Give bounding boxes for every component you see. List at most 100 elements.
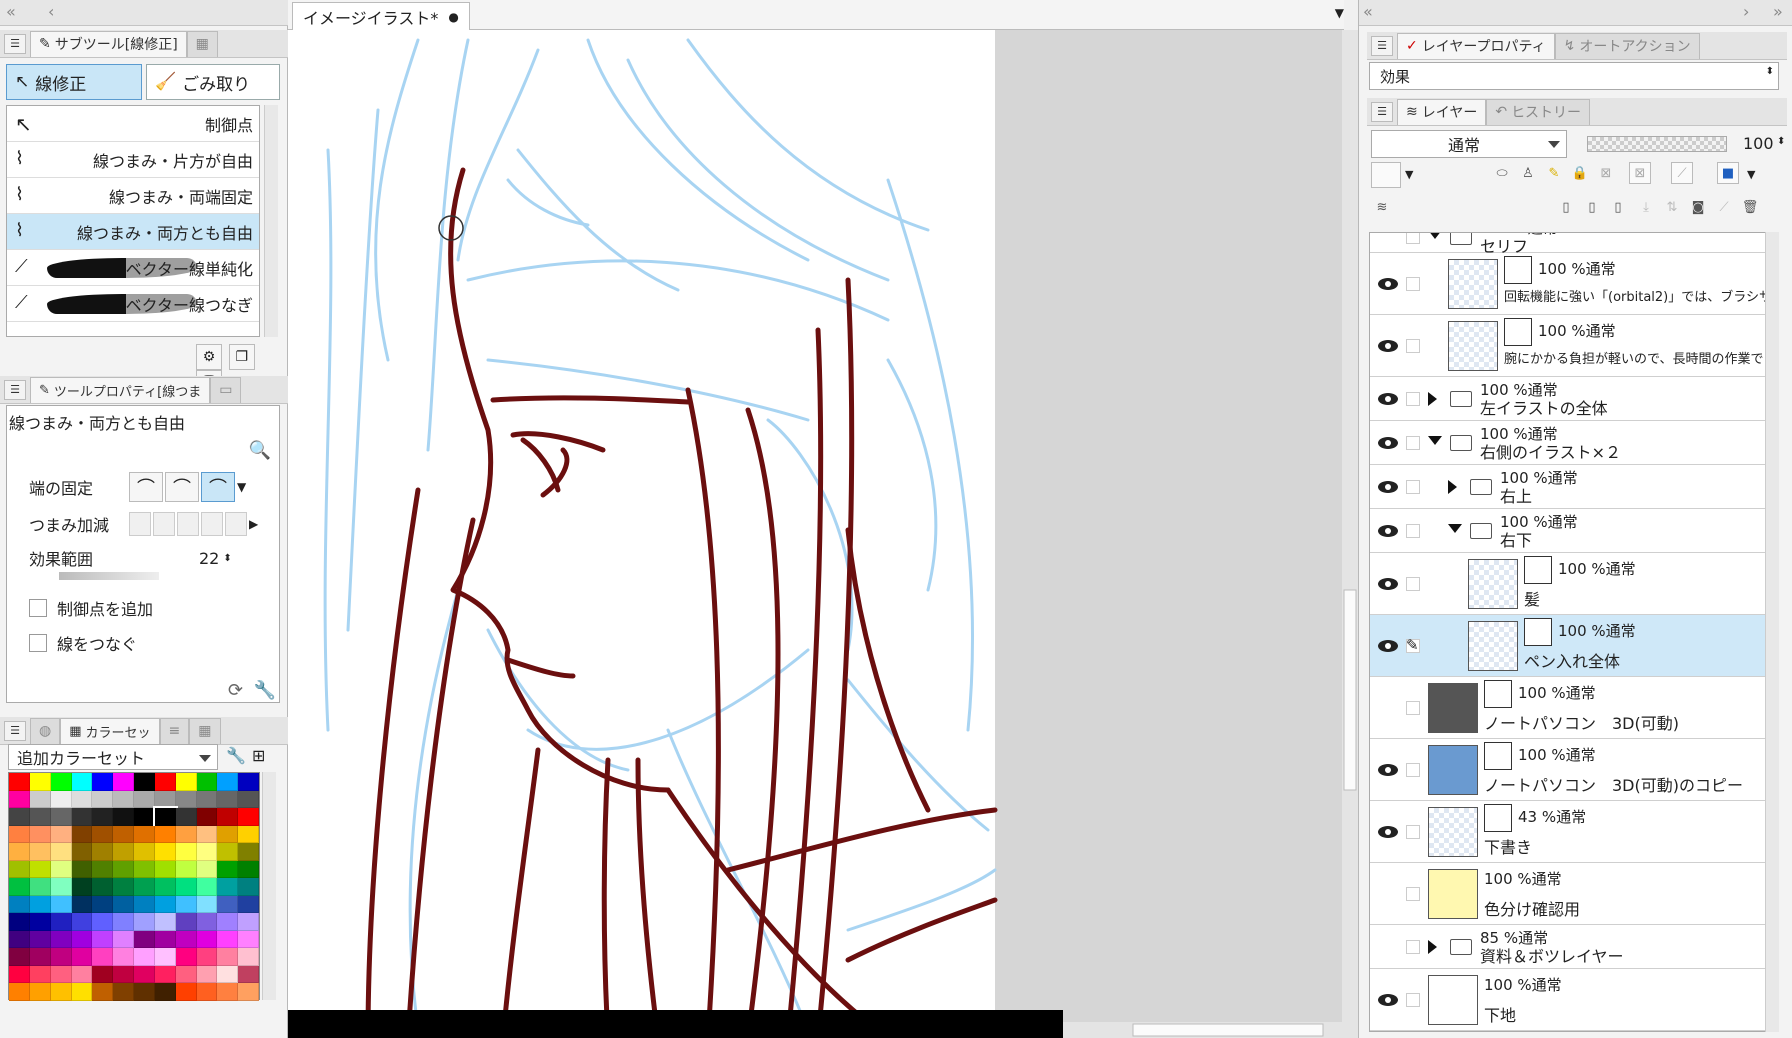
color-set-select[interactable]: 追加カラーセット (8, 744, 218, 770)
layer-row[interactable]: 100 %通常 下地 (1370, 969, 1766, 1031)
tab-history[interactable]: ↶ ヒストリー (1486, 98, 1591, 125)
new-vector-layer-icon[interactable]: ▯ (1581, 196, 1603, 218)
eye-icon[interactable] (1378, 578, 1398, 590)
collapse-right-icon[interactable]: « (1363, 2, 1373, 21)
panel-menu-icon[interactable]: ☰ (4, 33, 26, 54)
color-swatch[interactable] (134, 948, 155, 966)
color-swatch[interactable] (113, 860, 134, 878)
collapse-icon[interactable] (1428, 436, 1442, 445)
color-swatch[interactable] (175, 930, 197, 948)
color-swatch[interactable] (238, 808, 259, 826)
color-swatch[interactable] (29, 825, 51, 843)
color-swatch[interactable] (175, 825, 197, 843)
color-swatch[interactable] (71, 878, 93, 896)
eye-icon[interactable] (1378, 481, 1398, 493)
color-swatch[interactable] (175, 878, 197, 896)
eye-icon[interactable] (1378, 340, 1398, 352)
color-swatch[interactable] (217, 983, 239, 1001)
color-swatch[interactable] (217, 773, 239, 791)
color-swatch[interactable] (113, 948, 134, 966)
color-swatch[interactable] (217, 913, 239, 931)
color-swatch[interactable] (175, 773, 197, 791)
lock-icon[interactable]: 🔒 (1569, 162, 1591, 184)
color-swatch[interactable] (154, 773, 176, 791)
add-ctrl-checkbox[interactable] (29, 599, 47, 617)
expand-icon[interactable] (1448, 480, 1457, 494)
color-swatch[interactable] (196, 948, 218, 966)
merge-down-icon[interactable]: ⤓ (1635, 196, 1657, 218)
color-swatch[interactable] (113, 808, 134, 826)
opacity-value[interactable]: 100 (1743, 134, 1774, 153)
color-swatch[interactable] (134, 983, 155, 1001)
zoom-icon[interactable]: 🔍 (249, 440, 271, 461)
color-swatch[interactable] (217, 808, 239, 826)
subtool-item[interactable]: ⟋ ベクター線単純化 (7, 250, 259, 286)
tab-auto-action[interactable]: ↯ オートアクション (1554, 32, 1700, 59)
canvas-area[interactable] (288, 30, 1358, 1038)
tab-tool-property-2[interactable]: ▭ (210, 376, 242, 403)
color-swatch[interactable] (196, 913, 218, 931)
layer-lock-toggle[interactable] (1406, 233, 1420, 244)
color-swatch[interactable] (113, 843, 134, 861)
tab-subtool-2[interactable]: ▦ (186, 30, 218, 57)
color-swatch[interactable] (238, 895, 259, 913)
layer-lock-toggle[interactable] (1406, 887, 1420, 901)
tab-subtool[interactable]: ✎ サブツール[線修正] (30, 30, 187, 57)
color-swatch[interactable] (9, 825, 30, 843)
color-swatch[interactable] (175, 948, 197, 966)
layer-lock-toggle[interactable] (1406, 436, 1420, 450)
color-swatch[interactable] (196, 825, 218, 843)
illustration-canvas[interactable] (288, 30, 1358, 1038)
expand-icon[interactable] (1428, 940, 1437, 954)
eye-icon[interactable] (1378, 278, 1398, 290)
color-swatch[interactable] (134, 895, 155, 913)
subtool-item-selected[interactable]: ⌇ 線つまみ・両方とも自由 (7, 214, 259, 250)
color-swatch[interactable] (217, 878, 239, 896)
end-fix-both-icon[interactable]: ⌒ (129, 472, 163, 502)
color-swatch[interactable] (9, 930, 30, 948)
subtool-group-dust[interactable]: 🧹 ごみ取り (146, 64, 280, 100)
color-swatch[interactable] (9, 878, 30, 896)
palette-scrollbar[interactable] (262, 772, 276, 1000)
color-swatch[interactable] (238, 913, 259, 931)
color-swatch[interactable] (9, 913, 30, 931)
subtool-group-line-fix[interactable]: ↖ 線修正 (6, 64, 142, 100)
color-swatch[interactable] (175, 860, 197, 878)
color-swatch[interactable] (238, 790, 259, 808)
effect-field[interactable]: 効果 ⬍ (1369, 62, 1779, 90)
color-swatch[interactable] (50, 790, 72, 808)
subtool-scrollbar[interactable] (264, 105, 278, 337)
layer-lock-toggle[interactable] (1406, 339, 1420, 353)
layer-lock-toggle[interactable] (1406, 277, 1420, 291)
color-swatch[interactable] (71, 843, 93, 861)
color-swatch[interactable] (92, 965, 114, 983)
color-swatch[interactable] (175, 965, 197, 983)
tab-layer[interactable]: ≋ レイヤー (1397, 98, 1487, 125)
color-swatch[interactable] (113, 878, 134, 896)
spin-icon[interactable]: ⬍ (223, 553, 231, 564)
range-slider[interactable] (59, 572, 159, 580)
chevron-down-icon[interactable]: ▼ (1747, 168, 1755, 181)
color-swatch[interactable] (134, 790, 155, 808)
color-swatch[interactable] (154, 913, 176, 931)
layer-lock-toggle[interactable] (1406, 763, 1420, 777)
tab-color-set[interactable]: ▦ カラーセッ (60, 717, 160, 744)
color-swatch[interactable] (92, 878, 114, 896)
color-swatch[interactable] (217, 930, 239, 948)
color-swatch[interactable] (175, 913, 197, 931)
color-swatch[interactable] (29, 808, 51, 826)
chevron-down-icon[interactable]: ▼ (237, 480, 246, 494)
color-swatch[interactable] (113, 930, 134, 948)
pinch-level-2[interactable] (153, 512, 175, 536)
color-swatch[interactable] (29, 790, 51, 808)
color-swatch[interactable] (50, 965, 72, 983)
layer-scrollbar[interactable] (1765, 232, 1779, 1032)
color-swatch[interactable] (134, 913, 155, 931)
eye-icon[interactable] (1378, 640, 1398, 652)
color-swatch[interactable] (196, 808, 218, 826)
add-ctrl-row[interactable]: 制御点を追加 (29, 596, 153, 620)
subtool-settings-icon[interactable]: ⚙ (196, 344, 222, 370)
spin-icon[interactable]: ⬍ (1766, 66, 1774, 77)
wrench-icon[interactable]: 🔧 (254, 680, 276, 701)
color-swatch[interactable] (217, 843, 239, 861)
